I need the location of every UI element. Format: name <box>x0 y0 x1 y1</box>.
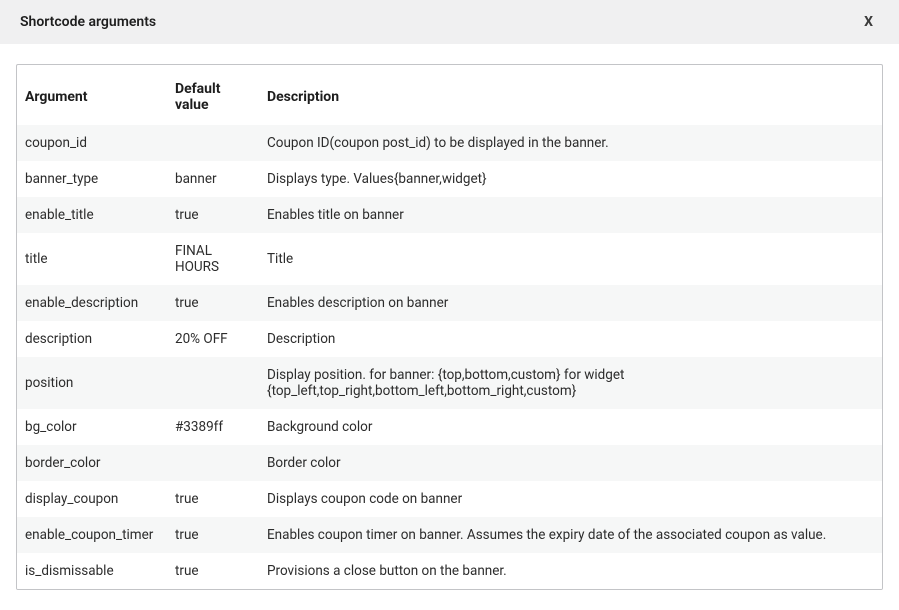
default-cell <box>167 445 259 481</box>
description-cell: Displays coupon code on banner <box>259 481 882 517</box>
description-cell: Displays type. Values{banner,widget} <box>259 161 882 197</box>
default-cell: true <box>167 285 259 321</box>
modal-header: Shortcode arguments X <box>0 0 899 44</box>
table-row: is_dismissable true Provisions a close b… <box>17 553 882 589</box>
table-row: coupon_id Coupon ID(coupon post_id) to b… <box>17 125 882 161</box>
table-row: display_coupon true Displays coupon code… <box>17 481 882 517</box>
close-button[interactable]: X <box>858 12 879 32</box>
default-cell <box>167 357 259 409</box>
table-row: enable_title true Enables title on banne… <box>17 197 882 233</box>
argument-cell: coupon_id <box>17 125 167 161</box>
default-cell: banner <box>167 161 259 197</box>
default-cell: #3389ff <box>167 409 259 445</box>
default-cell: 20% OFF <box>167 321 259 357</box>
argument-cell: bg_color <box>17 409 167 445</box>
argument-cell: display_coupon <box>17 481 167 517</box>
arguments-table: Argument Default value Description coupo… <box>17 65 882 589</box>
col-default-header: Default value <box>167 65 259 125</box>
table-row: enable_description true Enables descript… <box>17 285 882 321</box>
table-row: border_color Border color <box>17 445 882 481</box>
description-cell: Title <box>259 233 882 285</box>
arguments-table-wrap: Argument Default value Description coupo… <box>16 64 883 590</box>
table-row: enable_coupon_timer true Enables coupon … <box>17 517 882 553</box>
col-description-header: Description <box>259 65 882 125</box>
argument-cell: title <box>17 233 167 285</box>
description-cell: Enables title on banner <box>259 197 882 233</box>
default-cell: true <box>167 517 259 553</box>
modal-title: Shortcode arguments <box>20 14 156 30</box>
argument-cell: banner_type <box>17 161 167 197</box>
modal-content: Argument Default value Description coupo… <box>0 44 899 610</box>
default-cell: true <box>167 481 259 517</box>
default-cell: true <box>167 197 259 233</box>
description-cell: Background color <box>259 409 882 445</box>
table-header-row: Argument Default value Description <box>17 65 882 125</box>
argument-cell: enable_description <box>17 285 167 321</box>
description-cell: Coupon ID(coupon post_id) to be displaye… <box>259 125 882 161</box>
argument-cell: position <box>17 357 167 409</box>
table-row: bg_color #3389ff Background color <box>17 409 882 445</box>
default-cell: true <box>167 553 259 589</box>
argument-cell: border_color <box>17 445 167 481</box>
argument-cell: enable_title <box>17 197 167 233</box>
description-cell: Provisions a close button on the banner. <box>259 553 882 589</box>
description-cell: Display position. for banner: {top,botto… <box>259 357 882 409</box>
default-cell <box>167 125 259 161</box>
default-cell: FINAL HOURS <box>167 233 259 285</box>
argument-cell: is_dismissable <box>17 553 167 589</box>
argument-cell: description <box>17 321 167 357</box>
table-row: position Display position. for banner: {… <box>17 357 882 409</box>
description-cell: Description <box>259 321 882 357</box>
table-row: description 20% OFF Description <box>17 321 882 357</box>
description-cell: Enables coupon timer on banner. Assumes … <box>259 517 882 553</box>
table-row: title FINAL HOURS Title <box>17 233 882 285</box>
col-argument-header: Argument <box>17 65 167 125</box>
description-cell: Enables description on banner <box>259 285 882 321</box>
description-cell: Border color <box>259 445 882 481</box>
table-row: banner_type banner Displays type. Values… <box>17 161 882 197</box>
argument-cell: enable_coupon_timer <box>17 517 167 553</box>
